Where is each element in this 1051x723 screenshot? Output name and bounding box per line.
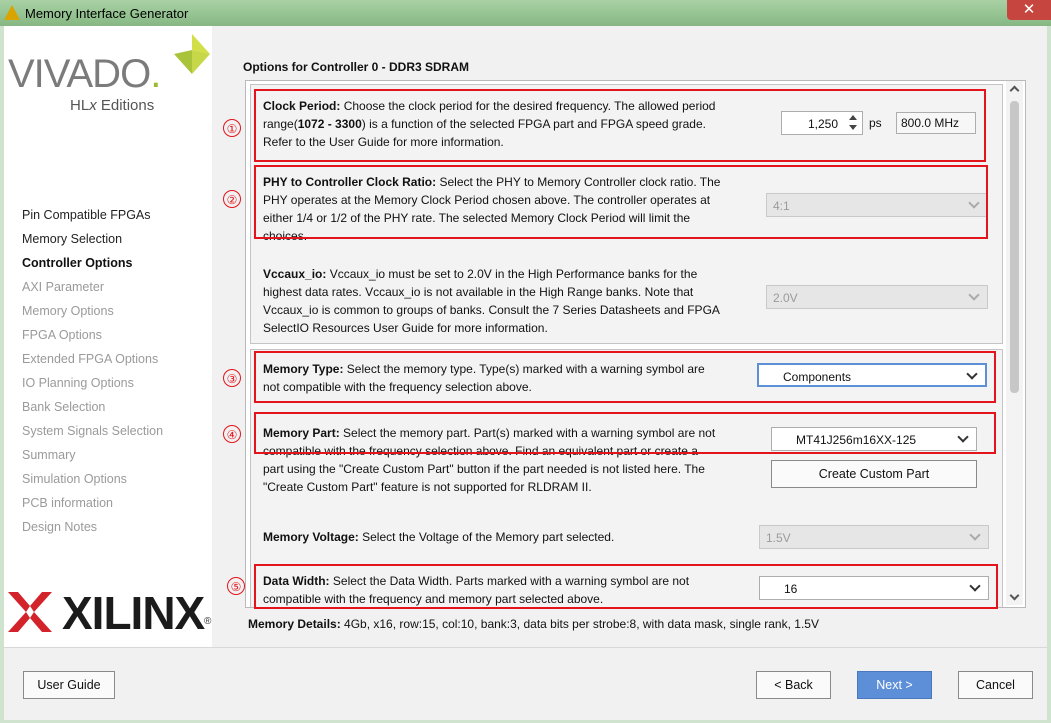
clock-settings-group: Clock Period: Choose the clock period fo… <box>250 84 1003 344</box>
nav-item-controller-options[interactable]: Controller Options <box>22 256 132 270</box>
chevron-down-icon <box>968 197 980 209</box>
clock-period-spinner[interactable]: 1,250 <box>781 111 863 135</box>
memory-details: Memory Details: 4Gb, x16, row:15, col:10… <box>248 617 819 631</box>
memory-type-description: Memory Type: Select the memory type. Typ… <box>263 362 705 394</box>
vivado-app-icon <box>4 5 20 20</box>
scroll-down-icon[interactable] <box>1009 590 1020 601</box>
nav-item-pcb-information: PCB information <box>22 496 114 510</box>
clock-period-description: Clock Period: Choose the clock period fo… <box>263 99 716 149</box>
xilinx-logo-text: XILINX <box>62 587 205 639</box>
chevron-down-icon <box>957 431 969 443</box>
xilinx-mark-icon <box>8 592 52 632</box>
nav-item-summary: Summary <box>22 448 76 462</box>
nav-item-io-planning-options: IO Planning Options <box>22 376 134 390</box>
chevron-down-icon <box>969 580 981 592</box>
user-guide-button[interactable]: User Guide <box>23 671 115 699</box>
memory-voltage-description: Memory Voltage: Select the Voltage of th… <box>263 530 615 544</box>
vertical-scrollbar[interactable] <box>1006 81 1023 605</box>
clock-period-value: 1,250 <box>807 117 838 131</box>
hlx-editions-text: HLx Editions <box>70 97 155 114</box>
annotation-number-2: ② <box>223 190 241 208</box>
phy-ratio-description: PHY to Controller Clock Ratio: Select th… <box>263 175 721 243</box>
section-title: Options for Controller 0 - DDR3 SDRAM <box>243 60 470 74</box>
title-bar: Memory Interface Generator ✕ <box>0 0 1051 26</box>
options-panel[interactable]: Clock Period: Choose the clock period fo… <box>245 80 1026 608</box>
annotation-number-1: ① <box>223 119 241 137</box>
nav-item-memory-options: Memory Options <box>22 304 114 318</box>
chevron-down-icon <box>969 529 981 541</box>
nav-item-bank-selection: Bank Selection <box>22 400 106 414</box>
chevron-down-icon <box>968 289 980 301</box>
dialog-window: VIVADO. HLx Editions Pin Compatible FPGA… <box>4 26 1047 720</box>
scrollbar-thumb[interactable] <box>1010 101 1019 393</box>
options-content: Clock Period: Choose the clock period fo… <box>246 81 1003 607</box>
footer-bar: User Guide < Back Next > Cancel <box>4 647 1047 720</box>
spinner-down-icon[interactable] <box>849 125 857 130</box>
nav-item-design-notes: Design Notes <box>22 520 98 534</box>
data-width-dropdown[interactable]: 16 <box>759 576 989 600</box>
nav-item-memory-selection[interactable]: Memory Selection <box>22 232 122 246</box>
data-width-description: Data Width: Select the Data Width. Parts… <box>263 574 690 606</box>
clock-period-unit: ps <box>869 116 882 130</box>
annotation-number-3: ③ <box>223 369 241 387</box>
memory-voltage-dropdown: 1.5V <box>759 525 989 549</box>
left-pane: VIVADO. HLx Editions Pin Compatible FPGA… <box>4 26 212 647</box>
memory-part-description: Memory Part: Select the memory part. Par… <box>263 426 716 494</box>
nav-item-pin-compatible-fpgas[interactable]: Pin Compatible FPGAs <box>22 208 151 222</box>
vivado-logo-text: VIVADO. <box>8 52 161 96</box>
close-icon[interactable]: ✕ <box>1007 0 1051 20</box>
vivado-leaf-logo-icon <box>174 34 210 74</box>
phy-ratio-dropdown: 4:1 <box>766 193 988 217</box>
scroll-up-icon[interactable] <box>1009 85 1020 96</box>
back-button[interactable]: < Back <box>756 671 831 699</box>
spinner-up-icon[interactable] <box>849 115 857 120</box>
registered-mark: ® <box>204 616 212 627</box>
annotation-number-4: ④ <box>223 425 241 443</box>
nav-item-extended-fpga-options: Extended FPGA Options <box>22 352 159 366</box>
memory-type-dropdown[interactable]: Components <box>757 363 987 387</box>
memory-settings-group: Memory Type: Select the memory type. Typ… <box>250 349 1003 607</box>
window-title: Memory Interface Generator <box>25 6 189 21</box>
vccaux-dropdown: 2.0V <box>766 285 988 309</box>
clock-frequency-display: 800.0 MHz <box>896 112 976 134</box>
nav-item-fpga-options: FPGA Options <box>22 328 102 342</box>
next-button[interactable]: Next > <box>857 671 932 699</box>
nav-item-system-signals-selection: System Signals Selection <box>22 424 164 438</box>
nav-item-axi-parameter: AXI Parameter <box>22 280 104 294</box>
cancel-button[interactable]: Cancel <box>958 671 1033 699</box>
annotation-number-5: ⑤ <box>227 577 245 595</box>
create-custom-part-button[interactable]: Create Custom Part <box>771 460 977 488</box>
nav-item-simulation-options: Simulation Options <box>22 472 127 486</box>
memory-part-dropdown[interactable]: MT41J256m16XX-125 <box>771 427 977 451</box>
chevron-down-icon <box>966 368 978 380</box>
vccaux-description: Vccaux_io: Vccaux_io must be set to 2.0V… <box>263 267 720 335</box>
